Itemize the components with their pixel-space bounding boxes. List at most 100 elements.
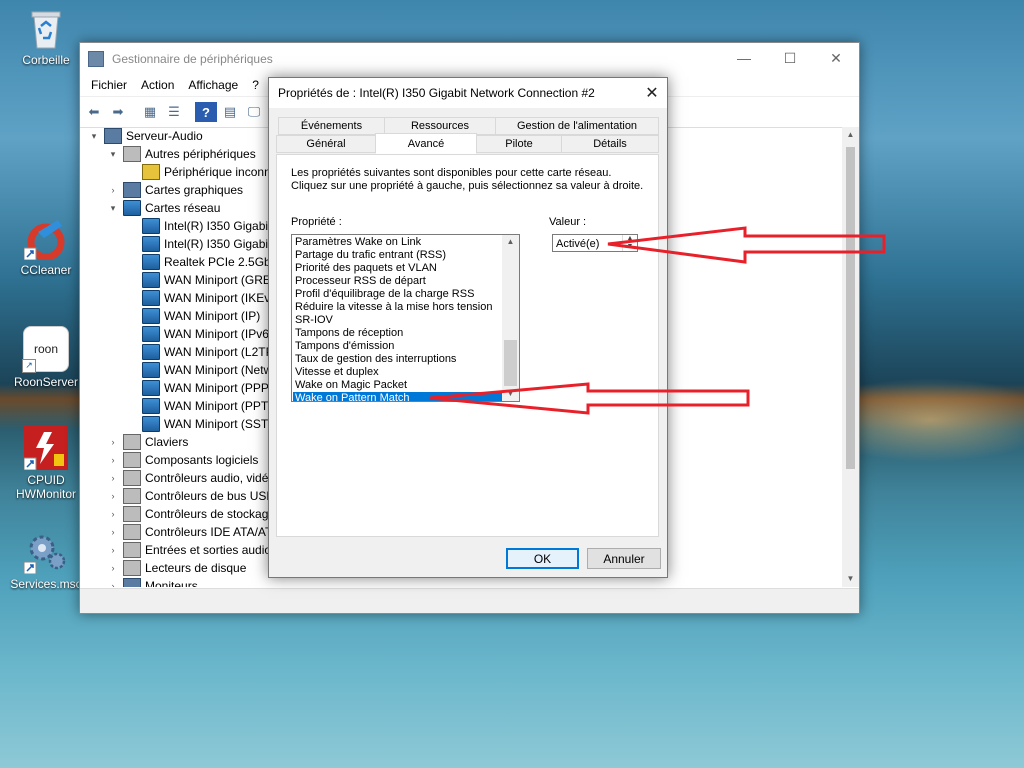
tree-item[interactable]: › Entrées et sorties audio bbox=[107, 541, 271, 559]
tree-item[interactable]: › Cartes graphiques bbox=[107, 181, 243, 199]
tree-item[interactable]: Périphérique inconnu bbox=[126, 163, 277, 181]
chevron-right-icon[interactable]: › bbox=[107, 509, 119, 519]
property-list-item[interactable]: Paramètres Wake on Link bbox=[293, 236, 503, 249]
scroll-up-arrow-icon[interactable]: ▲ bbox=[502, 235, 519, 249]
tree-item[interactable]: WAN Miniport (IKEv bbox=[126, 289, 270, 307]
property-list-item[interactable]: Profil d'équilibrage de la charge RSS bbox=[293, 288, 503, 301]
scrollbar-thumb[interactable] bbox=[504, 340, 517, 386]
value-select[interactable]: Activé(e) ▲ ▼ bbox=[552, 234, 638, 252]
tree-item[interactable]: Intel(R) I350 Gigabit bbox=[126, 217, 271, 235]
property-list[interactable]: Paramètres Wake on Link Partage du trafic… bbox=[291, 234, 520, 402]
desktop-icon-ccleaner[interactable]: CCleaner bbox=[6, 216, 86, 277]
tree-item-label: WAN Miniport (IP) bbox=[164, 309, 261, 323]
property-list-item[interactable]: SR-IOV bbox=[293, 314, 503, 327]
tree-item-label: Contrôleurs audio, vidéo bbox=[145, 471, 276, 485]
scroll-up-arrow-icon[interactable]: ▲ bbox=[842, 127, 859, 143]
tree-item[interactable]: › Composants logiciels bbox=[107, 451, 258, 469]
property-list-item[interactable]: Processeur RSS de départ bbox=[293, 275, 503, 288]
tree-item[interactable]: › Contrôleurs audio, vidéo bbox=[107, 469, 275, 487]
tree-item[interactable]: WAN Miniport (IPv6 bbox=[126, 325, 269, 343]
maximize-button[interactable]: ☐ bbox=[767, 43, 813, 73]
property-list-item[interactable]: Tampons d'émission bbox=[293, 340, 503, 353]
tree-item[interactable]: Realtek PCIe 2.5GbE bbox=[126, 253, 279, 271]
display-adapter-icon bbox=[123, 182, 141, 198]
tree-item[interactable]: › Moniteurs bbox=[107, 577, 198, 587]
panel-icon[interactable]: ▤ bbox=[219, 102, 241, 122]
property-list-item[interactable]: Wake on Magic Packet bbox=[293, 379, 503, 392]
property-list-item[interactable]: Partage du trafic entrant (RSS) bbox=[293, 249, 503, 262]
desktop-icon-roonserver[interactable]: roon ↗ RoonServer bbox=[6, 326, 86, 389]
chevron-right-icon[interactable]: › bbox=[107, 563, 119, 573]
back-arrow-icon[interactable]: ⬅ bbox=[83, 102, 105, 122]
chevron-down-icon[interactable]: ▾ bbox=[107, 149, 119, 160]
list-view-icon[interactable]: ☰ bbox=[163, 102, 185, 122]
property-list-item[interactable]: Priorité des paquets et VLAN bbox=[293, 262, 503, 275]
chevron-right-icon[interactable]: › bbox=[107, 581, 119, 587]
dialog-close-icon[interactable]: ✕ bbox=[637, 78, 667, 108]
spinner-arrows-icon[interactable]: ▲ ▼ bbox=[622, 235, 637, 251]
tab-evenements[interactable]: Événements bbox=[278, 117, 385, 135]
tree-item[interactable]: WAN Miniport (PPTP bbox=[126, 397, 276, 415]
property-list-item[interactable]: Réduire la vitesse à la mise hors tensio… bbox=[293, 301, 503, 314]
tree-item[interactable]: WAN Miniport (GRE) bbox=[126, 271, 275, 289]
tree-item[interactable]: ▾ Cartes réseau bbox=[107, 199, 220, 217]
tree-item[interactable]: › Contrôleurs de stockage bbox=[107, 505, 275, 523]
tree-item[interactable]: Intel(R) I350 Gigabit bbox=[126, 235, 271, 253]
menu-help[interactable]: ? bbox=[245, 78, 266, 92]
desktop-icon-recycle-bin[interactable]: Corbeille bbox=[6, 6, 86, 67]
properties-view-icon[interactable]: ▦ bbox=[139, 102, 161, 122]
tree-item[interactable]: WAN Miniport (IP) bbox=[126, 307, 260, 325]
chevron-down-icon[interactable]: ▾ bbox=[107, 203, 119, 214]
device-manager-titlebar[interactable]: Gestionnaire de périphériques — ☐ ✕ bbox=[80, 43, 859, 74]
chevron-down-icon[interactable]: ▾ bbox=[88, 131, 100, 142]
minimize-button[interactable]: — bbox=[721, 43, 767, 73]
scroll-down-arrow-icon[interactable]: ▼ bbox=[502, 387, 519, 401]
device-manager-app-icon bbox=[88, 50, 104, 67]
tree-item-label: Lecteurs de disque bbox=[145, 561, 247, 575]
tree-item[interactable]: › Claviers bbox=[107, 433, 188, 451]
menu-action[interactable]: Action bbox=[134, 78, 181, 92]
tab-general[interactable]: Général bbox=[276, 135, 376, 153]
chevron-right-icon[interactable]: › bbox=[107, 185, 119, 195]
tree-scrollbar[interactable]: ▲ ▼ bbox=[842, 127, 859, 587]
cancel-button[interactable]: Annuler bbox=[587, 548, 661, 569]
desktop-icon-hwmonitor[interactable]: CPUID HWMonitor bbox=[6, 426, 86, 501]
chevron-right-icon[interactable]: › bbox=[107, 473, 119, 483]
menu-fichier[interactable]: Fichier bbox=[84, 78, 134, 92]
menu-affichage[interactable]: Affichage bbox=[181, 78, 245, 92]
chevron-right-icon[interactable]: › bbox=[107, 527, 119, 537]
property-list-item[interactable]: Wake on Pattern Match bbox=[293, 392, 503, 401]
desktop-icon-services[interactable]: Services.msc bbox=[6, 530, 86, 591]
tree-item[interactable]: WAN Miniport (Netw bbox=[126, 361, 272, 379]
tree-item[interactable]: WAN Miniport (PPPC bbox=[126, 379, 278, 397]
chevron-right-icon[interactable]: › bbox=[107, 437, 119, 447]
property-list-item[interactable]: Tampons de réception bbox=[293, 327, 503, 340]
property-list-item[interactable]: Vitesse et duplex bbox=[293, 366, 503, 379]
forward-arrow-icon[interactable]: ➡ bbox=[107, 102, 129, 122]
tree-item[interactable]: › Contrôleurs IDE ATA/ATA bbox=[107, 523, 279, 541]
tree-item[interactable]: › Lecteurs de disque bbox=[107, 559, 246, 577]
network-adapter-icon bbox=[142, 416, 160, 432]
tab-gestion-alimentation[interactable]: Gestion de l'alimentation bbox=[495, 117, 659, 135]
chevron-right-icon[interactable]: › bbox=[107, 491, 119, 501]
help-icon[interactable]: ? bbox=[195, 102, 217, 122]
property-list-scrollbar[interactable]: ▲ ▼ bbox=[502, 235, 519, 401]
tree-item[interactable]: ▾ Autres périphériques bbox=[107, 145, 256, 163]
tree-item[interactable]: ▾ Serveur-Audio bbox=[88, 127, 203, 145]
chevron-right-icon[interactable]: › bbox=[107, 455, 119, 465]
tree-item[interactable]: › Contrôleurs de bus USB bbox=[107, 487, 274, 505]
tree-item-label: Intel(R) I350 Gigabit bbox=[164, 237, 272, 251]
close-button[interactable]: ✕ bbox=[813, 43, 859, 73]
tab-pilote[interactable]: Pilote bbox=[476, 135, 562, 153]
dialog-titlebar[interactable]: Propriétés de : Intel(R) I350 Gigabit Ne… bbox=[269, 78, 667, 108]
tab-avance[interactable]: Avancé bbox=[375, 133, 477, 154]
tree-item[interactable]: WAN Miniport (SSTP bbox=[126, 415, 276, 433]
monitor-icon[interactable]: 🖵 bbox=[243, 102, 265, 122]
ok-button[interactable]: OK bbox=[506, 548, 579, 569]
scroll-down-arrow-icon[interactable]: ▼ bbox=[842, 571, 859, 587]
property-list-item[interactable]: Taux de gestion des interruptions bbox=[293, 353, 503, 366]
scrollbar-thumb[interactable] bbox=[846, 147, 855, 469]
chevron-right-icon[interactable]: › bbox=[107, 545, 119, 555]
tab-details[interactable]: Détails bbox=[561, 135, 659, 153]
tree-item[interactable]: WAN Miniport (L2TP bbox=[126, 343, 274, 361]
